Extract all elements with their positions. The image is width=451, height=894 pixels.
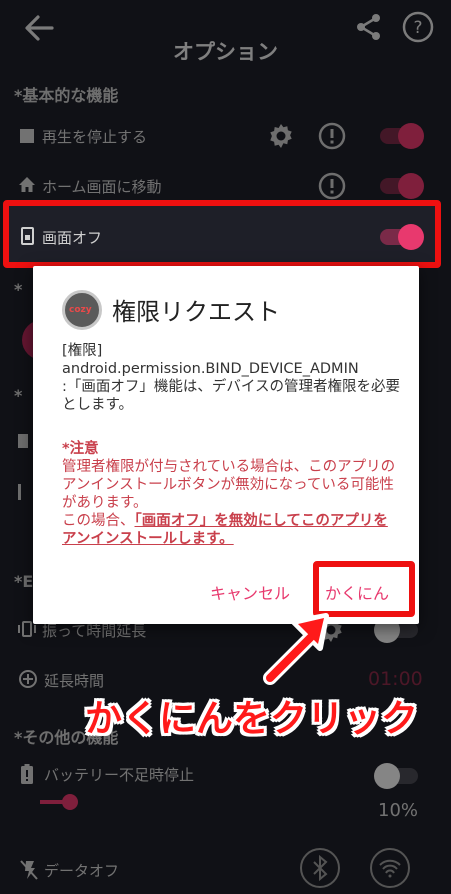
dialog-body-line: [権限] <box>62 343 103 359</box>
dialog-body-line: :「画面オフ」機能は、デバイスの管理者権限を必要とします。 <box>62 379 400 413</box>
dialog-body-line: android.permission.BIND_DEVICE_ADMIN <box>62 361 359 377</box>
pointer-arrow-icon <box>258 612 338 686</box>
highlight-box-screen-off <box>3 200 441 268</box>
annotation-caption: かくにんをクリック <box>85 697 418 740</box>
warning-text: 管理者権限が付与されている場合は、このアプリのアンインストールボタンが無効になっ… <box>62 459 396 511</box>
dialog-body: [権限] android.permission.BIND_DEVICE_ADMI… <box>62 342 402 414</box>
warning-instruction: この場合、「画面オフ」を無効にしてこのアプリをアンインストールします。 <box>62 512 402 548</box>
warning-prefix: この場合、 <box>62 513 135 529</box>
highlight-box-confirm <box>313 561 415 617</box>
app-icon-label: cozy <box>69 305 92 315</box>
cancel-button[interactable]: キャンセル <box>210 580 290 604</box>
dialog-warning: *注意 管理者権限が付与されている場合は、このアプリのアンインストールボタンが無… <box>62 440 402 548</box>
warning-head: *注意 <box>62 441 99 457</box>
dialog-title: 権限リクエスト <box>112 298 280 326</box>
app-icon: cozy <box>62 290 102 330</box>
